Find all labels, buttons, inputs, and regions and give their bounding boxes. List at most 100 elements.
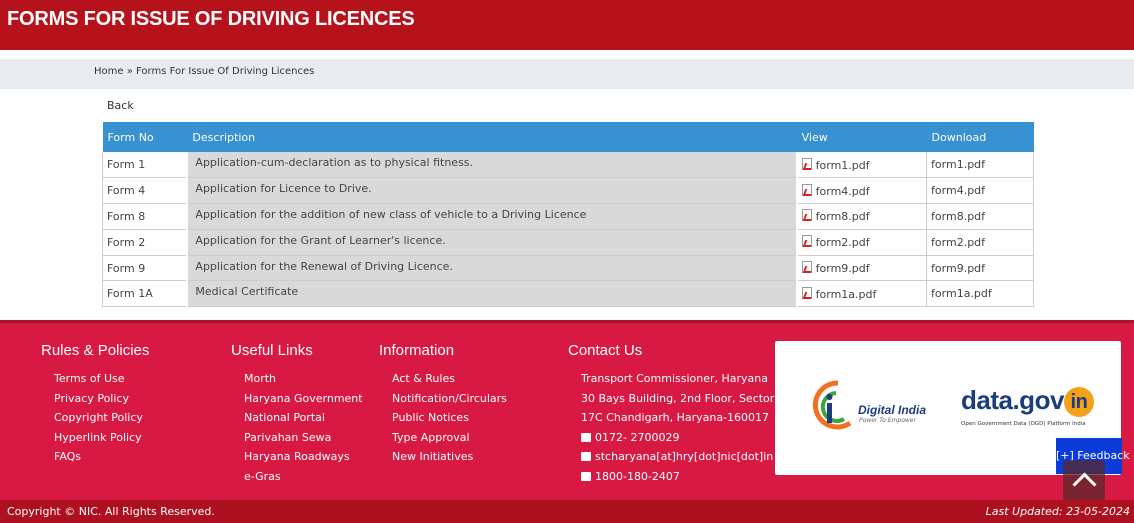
back-link[interactable]: Back	[107, 99, 134, 112]
footer-link-hyperlink[interactable]: Hyperlink Policy	[54, 431, 142, 444]
contact-address-line: Transport Commissioner, Haryana	[581, 372, 769, 385]
footer-link-initiatives[interactable]: New Initiatives	[392, 450, 473, 463]
copyright-text: Copyright © NIC. All Rights Reserved.	[7, 505, 215, 518]
table-header-row: Form No Description View Download	[102, 122, 1034, 152]
breadcrumb-current: Forms For Issue Of Driving Licences	[136, 66, 315, 77]
download-cell: form4.pdf	[926, 177, 1034, 204]
contact-phone: 0172- 2700029	[581, 430, 774, 450]
description-cell: Application for the addition of new clas…	[186, 203, 798, 230]
download-cell: form8.pdf	[926, 203, 1034, 230]
form-no-cell: Form 8	[102, 203, 188, 230]
description-cell: Application for the Grant of Learner's l…	[186, 229, 798, 256]
datagov-tagline: Open Government Data (OGD) Platform Indi…	[961, 421, 1086, 427]
datagov-logo[interactable]: data.gov in	[961, 385, 1094, 417]
forms-table: Form No Description View Download Form 1…	[102, 122, 1034, 307]
form-no-cell: Form 1	[102, 152, 188, 178]
footer-link-morth[interactable]: Morth	[244, 372, 276, 385]
view-link[interactable]: form9.pdf	[816, 262, 870, 275]
contact-phone-value: 0172- 2700029	[595, 430, 680, 444]
contact-email-value: stcharyana[at]hry[dot]nic[dot]in	[595, 450, 774, 464]
breadcrumb-home-link[interactable]: Home	[94, 66, 124, 77]
footer-divider	[0, 320, 1134, 323]
pdf-icon	[801, 209, 812, 222]
breadcrumb: Home » Forms For Issue Of Driving Licenc…	[94, 66, 314, 77]
view-cell: form9.pdf	[796, 255, 927, 281]
download-cell: form9.pdf	[926, 255, 1034, 281]
datagov-in-badge: in	[1063, 387, 1094, 417]
pdf-icon	[801, 235, 812, 248]
description-cell: Application for Licence to Drive.	[186, 177, 798, 204]
footer-link-acts[interactable]: Act & Rules	[392, 372, 455, 385]
contact-email: stcharyana[at]hry[dot]nic[dot]in	[581, 449, 774, 469]
footer-link-egras[interactable]: e-Gras	[244, 470, 281, 483]
site-footer: Rules & Policies Terms of Use Privacy Po…	[0, 320, 1134, 502]
footer-rules-column: Rules & Policies Terms of Use Privacy Po…	[41, 342, 149, 469]
footer-link-national-portal[interactable]: National Portal	[244, 411, 325, 424]
form-no-cell: Form 4	[102, 177, 188, 204]
view-link[interactable]: form4.pdf	[816, 185, 870, 198]
table-row: Form 8 Application for the addition of n…	[102, 203, 1034, 230]
header-form-no: Form No	[107, 130, 154, 144]
scroll-to-top-button[interactable]	[1063, 460, 1105, 502]
pdf-icon	[801, 286, 812, 299]
breadcrumb-bar: Home » Forms For Issue Of Driving Licenc…	[0, 59, 1134, 89]
download-link[interactable]: form4.pdf	[931, 184, 985, 197]
view-link[interactable]: form1a.pdf	[816, 288, 877, 301]
description-cell: Application for the Renewal of Driving L…	[186, 255, 798, 281]
footer-contact-column: Contact Us Transport Commissioner, Harya…	[568, 342, 774, 489]
view-cell: form1.pdf	[796, 152, 927, 178]
view-link[interactable]: form2.pdf	[816, 236, 870, 249]
table-row: Form 1 Application-cum-declaration as to…	[102, 152, 1034, 178]
view-link[interactable]: form8.pdf	[816, 210, 870, 223]
download-link[interactable]: form1a.pdf	[931, 287, 992, 300]
footer-link-faqs[interactable]: FAQs	[54, 450, 81, 463]
digital-india-tagline: Power To Empower	[859, 417, 916, 424]
header-view: View	[801, 130, 828, 144]
pdf-icon	[801, 261, 812, 274]
breadcrumb-separator: »	[123, 66, 137, 77]
contact-address-line: 30 Bays Building, 2nd Floor, Sector	[581, 391, 775, 405]
download-link[interactable]: form9.pdf	[931, 262, 985, 275]
view-cell: form4.pdf	[796, 177, 927, 204]
footer-link-roadways[interactable]: Haryana Roadways	[244, 450, 350, 463]
pdf-icon	[801, 157, 812, 170]
footer-link-notifications[interactable]: Notification/Circulars	[392, 392, 507, 405]
description-cell: Medical Certificate	[186, 280, 798, 307]
last-updated-text: Last Updated: 23-05-2024	[985, 505, 1130, 518]
footer-links-column: Useful Links Morth Haryana Government Na…	[231, 342, 363, 489]
header-download: Download	[931, 130, 987, 144]
email-icon	[581, 452, 591, 462]
download-link[interactable]: form8.pdf	[931, 210, 985, 223]
footer-link-copyright[interactable]: Copyright Policy	[54, 411, 143, 424]
view-cell: form2.pdf	[796, 229, 927, 256]
table-row: Form 1A Medical Certificate form1a.pdf f…	[102, 280, 1034, 307]
table-row: Form 9 Application for the Renewal of Dr…	[102, 255, 1034, 281]
form-no-cell: Form 1A	[102, 280, 188, 307]
download-cell: form1.pdf	[926, 152, 1034, 178]
digital-india-logo-icon[interactable]	[808, 379, 858, 435]
view-link[interactable]: form1.pdf	[816, 159, 870, 172]
table-row: Form 2 Application for the Grant of Lear…	[102, 229, 1034, 256]
download-link[interactable]: form1.pdf	[931, 158, 985, 171]
download-cell: form2.pdf	[926, 229, 1034, 256]
form-no-cell: Form 9	[102, 255, 188, 281]
footer-link-haryana-govt[interactable]: Haryana Government	[244, 392, 363, 405]
contact-address-line: 17C Chandigarh, Haryana-160017	[581, 411, 770, 425]
footer-link-privacy[interactable]: Privacy Policy	[54, 392, 129, 405]
contact-tollfree: 1800-180-2407	[581, 469, 774, 489]
footer-info-column: Information Act & Rules Notification/Cir…	[379, 342, 507, 469]
footer-info-heading: Information	[379, 342, 455, 359]
description-cell: Application-cum-declaration as to physic…	[186, 152, 798, 178]
download-cell: form1a.pdf	[926, 280, 1034, 307]
footer-link-parivahan[interactable]: Parivahan Sewa	[244, 431, 331, 444]
footer-rules-heading: Rules & Policies	[41, 342, 150, 359]
footer-links-heading: Useful Links	[231, 342, 313, 359]
footer-contact-heading: Contact Us	[568, 342, 643, 359]
footer-link-type-approval[interactable]: Type Approval	[392, 431, 470, 444]
header-description: Description	[192, 130, 256, 144]
contact-tollfree-value: 1800-180-2407	[595, 469, 680, 483]
download-link[interactable]: form2.pdf	[931, 236, 985, 249]
footer-link-terms[interactable]: Terms of Use	[54, 372, 125, 385]
datagov-label: data.gov	[961, 385, 1064, 415]
footer-link-public-notices[interactable]: Public Notices	[392, 411, 469, 424]
